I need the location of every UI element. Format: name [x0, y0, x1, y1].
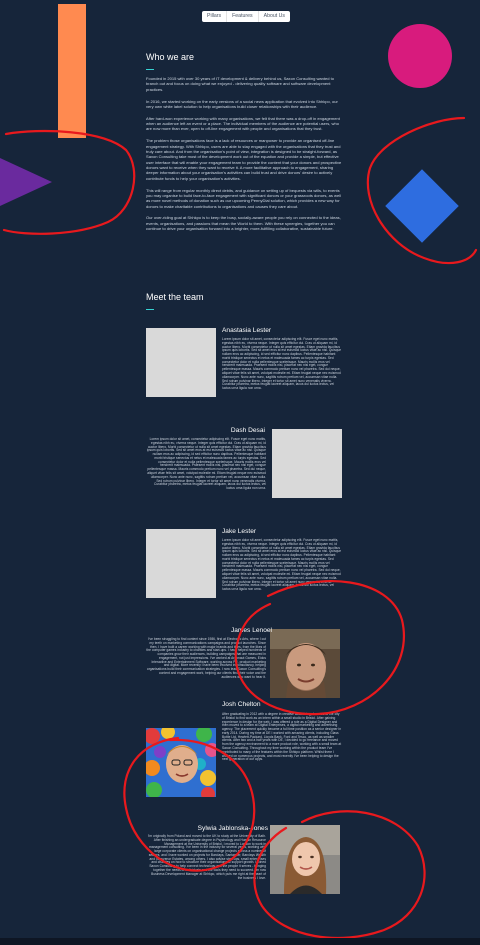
team-member-card: Sylwia Jablonska-Jones I'm originally fr…	[146, 825, 342, 935]
nav-item-pillars[interactable]: Pillars	[202, 11, 226, 22]
who-we-are-heading: Who we are	[146, 52, 195, 62]
nav-item-about-us[interactable]: About Us	[257, 11, 290, 22]
decorative-blue-diamond	[385, 169, 459, 243]
who-we-are-paragraph: Founded in 2015 with over 30 years of IT…	[146, 76, 334, 92]
top-nav: Pillars Features About Us	[202, 11, 290, 22]
decorative-magenta-circle	[388, 24, 452, 88]
team-member-card: Jake Lester Lorem ipsum dolor sit amet, …	[146, 528, 342, 638]
member-name: Josh Chelton	[222, 701, 261, 708]
member-name: Sylwia Jablonska-Jones	[197, 825, 268, 832]
who-we-are-paragraph: After hard-won experience working with m…	[146, 115, 340, 132]
who-we-are-paragraph: The problem those organisations face is …	[146, 138, 342, 181]
decorative-orange-bar	[58, 4, 86, 138]
team-member-card: Josh Chelton After graduating in 2012 wi…	[146, 701, 342, 811]
meet-the-team-heading: Meet the team	[146, 292, 204, 302]
heading-accent-line	[146, 69, 154, 70]
member-photo	[270, 825, 340, 894]
who-we-are-paragraph: Our over-riding goal at Shhkpo is to kee…	[146, 215, 341, 232]
who-we-are-paragraph: This will range from regular monthly dir…	[146, 187, 342, 209]
member-bio: I've been struggling to find content sin…	[146, 637, 266, 679]
member-photo-placeholder	[146, 529, 216, 598]
member-bio: Lorem ipsum dolor sit amet, consectetur …	[222, 337, 342, 391]
member-name: James Lenoel	[230, 627, 272, 634]
member-photo	[146, 728, 216, 797]
member-photo-placeholder	[272, 429, 342, 498]
heading-accent-line	[146, 309, 154, 310]
member-bio: I'm originally from Poland and moved to …	[147, 834, 266, 880]
who-we-are-section: Who we are Founded in 2015 with over 30 …	[146, 52, 342, 231]
member-photo-placeholder	[146, 328, 216, 397]
team-member-card: Anastasia Lester Lorem ipsum dolor sit a…	[146, 327, 342, 438]
page-bottom-strip	[0, 938, 480, 945]
member-bio: Lorem ipsum dolor sit amet, consectetur …	[222, 538, 342, 592]
who-we-are-paragraph: In 2016, we started working on the early…	[146, 98, 338, 109]
decorative-purple-triangle	[0, 158, 52, 206]
team-member-card: Dash Desai Lorem ipsum dolor sit amet, c…	[146, 427, 342, 537]
member-name: Dash Desai	[230, 427, 265, 434]
member-name: Anastasia Lester	[222, 327, 272, 334]
member-photo	[270, 629, 340, 698]
team-section-header: Meet the team	[146, 292, 342, 310]
nav-item-features[interactable]: Features	[226, 11, 257, 22]
member-bio: After graduating in 2012 with a degree i…	[222, 712, 342, 762]
member-name: Jake Lester	[222, 528, 257, 535]
member-bio: Lorem ipsum dolor sit amet, consectetur …	[146, 437, 266, 491]
